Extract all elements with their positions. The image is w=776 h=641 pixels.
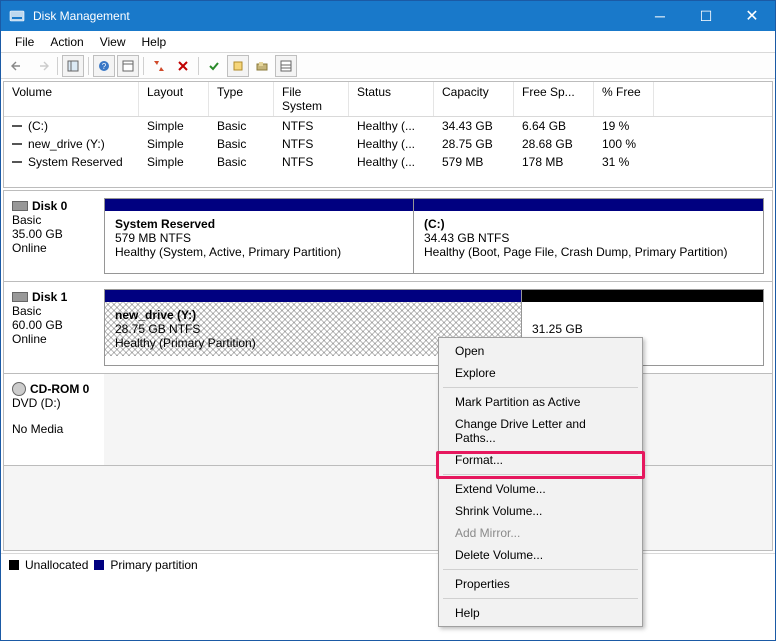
col-pctfree[interactable]: % Free [594,82,654,116]
ctx-add-mirror: Add Mirror... [441,522,640,544]
wizard-button[interactable] [251,55,273,77]
volume-list: Volume Layout Type File System Status Ca… [3,81,773,188]
ctx-explore[interactable]: Explore [441,362,640,384]
disk-row-0: Disk 0 Basic 35.00 GB Online System Rese… [3,190,773,282]
partition-bar [522,290,763,302]
legend: Unallocated Primary partition [1,553,775,576]
legend-swatch-primary [94,560,104,570]
ctx-format[interactable]: Format... [441,449,640,471]
forward-button[interactable] [31,55,53,77]
disk-row-1: Disk 1 Basic 60.00 GB Online new_drive (… [3,282,773,374]
window-title: Disk Management [33,9,637,23]
menu-help[interactable]: Help [134,33,175,51]
ctx-extend-volume[interactable]: Extend Volume... [441,478,640,500]
maximize-button[interactable]: ☐ [683,1,729,31]
volume-name: (C:) [28,119,48,133]
legend-label-primary: Primary partition [110,558,197,572]
volume-name: new_drive (Y:) [28,137,105,151]
ctx-change-letter[interactable]: Change Drive Letter and Paths... [441,413,640,449]
toolbar: ? [1,53,775,79]
partition-bar [105,199,413,211]
disk-map-empty-area [3,466,773,551]
menu-file[interactable]: File [7,33,42,51]
close-button[interactable]: ✕ [729,1,775,31]
cdrom-icon [12,382,26,396]
ctx-delete-volume[interactable]: Delete Volume... [441,544,640,566]
disk-icon [12,292,28,302]
col-filesystem[interactable]: File System [274,82,349,116]
delete-button[interactable] [172,55,194,77]
disk-row-cdrom: CD-ROM 0 DVD (D:) No Media [3,374,773,466]
ctx-properties[interactable]: Properties [441,573,640,595]
ctx-help[interactable]: Help [441,602,640,624]
volume-icon [12,143,22,145]
volume-row[interactable]: (C:) Simple Basic NTFS Healthy (... 34.4… [4,117,772,135]
format-button[interactable] [227,55,249,77]
minimize-button[interactable]: ─ [637,1,683,31]
context-menu: Open Explore Mark Partition as Active Ch… [438,337,643,627]
disk-info[interactable]: Disk 0 Basic 35.00 GB Online [4,191,104,281]
svg-text:?: ? [102,62,107,71]
legend-swatch-unallocated [9,560,19,570]
col-layout[interactable]: Layout [139,82,209,116]
col-capacity[interactable]: Capacity [434,82,514,116]
back-button[interactable] [7,55,29,77]
refresh-button[interactable] [148,55,170,77]
disk-icon [12,201,28,211]
volume-name: System Reserved [28,155,123,169]
ctx-mark-active[interactable]: Mark Partition as Active [441,391,640,413]
disk-mgmt-icon [9,8,25,24]
menu-bar: File Action View Help [1,31,775,53]
partition-bar [414,199,763,211]
disk-info[interactable]: CD-ROM 0 DVD (D:) No Media [4,374,104,465]
menu-action[interactable]: Action [42,33,91,51]
show-hide-console-button[interactable] [62,55,84,77]
help-button[interactable]: ? [93,55,115,77]
col-type[interactable]: Type [209,82,274,116]
list-button[interactable] [275,55,297,77]
ctx-shrink-volume[interactable]: Shrink Volume... [441,500,640,522]
volume-icon [12,161,22,163]
partition-c[interactable]: (C:) 34.43 GB NTFS Healthy (Boot, Page F… [414,198,764,274]
volume-row[interactable]: System Reserved Simple Basic NTFS Health… [4,153,772,171]
volume-icon [12,125,22,127]
col-volume[interactable]: Volume [4,82,139,116]
partition-system-reserved[interactable]: System Reserved 579 MB NTFS Healthy (Sys… [104,198,414,274]
disk-info[interactable]: Disk 1 Basic 60.00 GB Online [4,282,104,373]
col-freespace[interactable]: Free Sp... [514,82,594,116]
volume-list-header: Volume Layout Type File System Status Ca… [4,82,772,117]
legend-label-unallocated: Unallocated [25,558,88,572]
menu-view[interactable]: View [92,33,134,51]
ctx-open[interactable]: Open [441,340,640,362]
partition-bar [105,290,521,302]
check-button[interactable] [203,55,225,77]
volume-row[interactable]: new_drive (Y:) Simple Basic NTFS Healthy… [4,135,772,153]
disk-map: Disk 0 Basic 35.00 GB Online System Rese… [3,190,773,551]
titlebar: Disk Management ─ ☐ ✕ [1,1,775,31]
col-status[interactable]: Status [349,82,434,116]
properties-button[interactable] [117,55,139,77]
